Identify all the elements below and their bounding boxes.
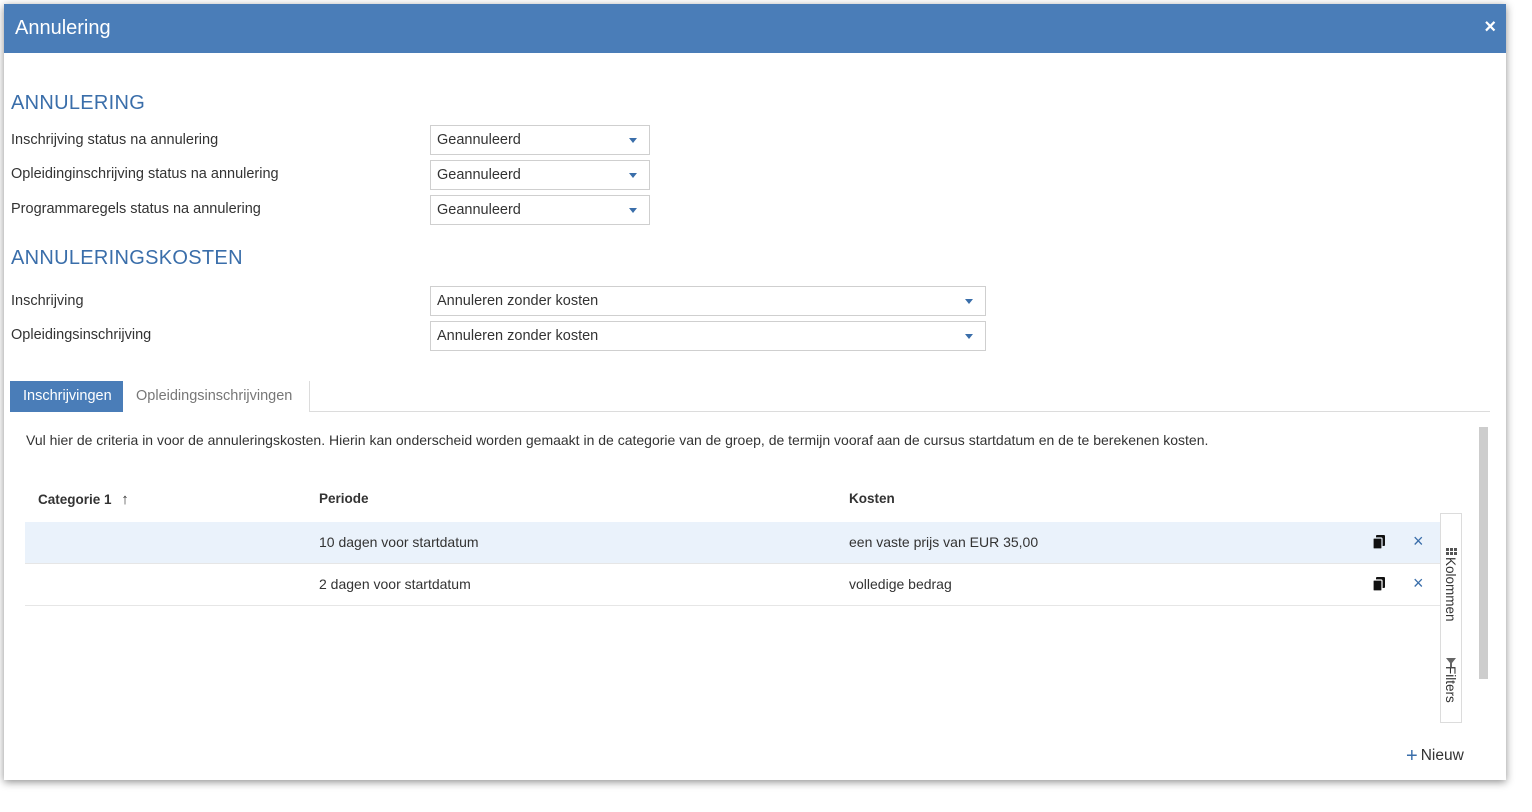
close-icon[interactable]: × [1484,17,1496,37]
inschrijving-status-select[interactable]: Geannuleerd [430,125,650,155]
grid-side-panel: Kolommen Filters [1440,513,1462,723]
sort-ascending-icon: ↑ [121,491,129,508]
kosten-opleidingsinschrijving-select[interactable]: Annuleren zonder kosten [430,321,986,351]
opleidinginschrijving-status-select[interactable]: Geannuleerd [430,160,650,190]
cell-periode: 10 dagen voor startdatum [319,534,479,550]
kosten-opleidingsinschrijving-value: Annuleren zonder kosten [437,328,599,344]
remove-icon[interactable]: × [1413,531,1424,551]
tab-opleidingsinschrijvingen[interactable]: Opleidingsinschrijvingen [123,381,310,412]
caret-down-icon [965,299,973,304]
caret-down-icon [965,334,973,339]
column-header-categorie[interactable]: Categorie 1 ↑ [38,491,129,508]
opleidinginschrijving-status-label: Opleidinginschrijving status na annuleri… [11,166,279,182]
copy-icon[interactable] [1372,534,1386,550]
annulering-heading: ANNULERING [11,92,146,114]
caret-down-icon [629,173,637,178]
annuleringskosten-heading: ANNULERINGSKOSTEN [11,247,243,269]
programmaregels-status-label: Programmaregels status na annulering [11,201,261,217]
kosten-inschrijving-label: Inschrijving [11,293,84,309]
table-row[interactable]: 10 dagen voor startdatum een vaste prijs… [25,522,1440,564]
cell-kosten: volledige bedrag [849,576,952,592]
remove-icon[interactable]: × [1413,573,1424,593]
new-button[interactable]: + Nieuw [1406,745,1464,768]
tab-bar: Inschrijvingen Opleidingsinschrijvingen [10,381,1490,412]
filters-panel-toggle[interactable]: Filters [1443,666,1458,703]
dialog-titlebar: Annulering × [4,4,1506,53]
programmaregels-status-select[interactable]: Geannuleerd [430,195,650,225]
annuleringskosten-grid: Categorie 1 ↑ Periode Kosten 10 dagen vo… [25,482,1440,606]
criteria-description: Vul hier de criteria in voor de annuleri… [26,432,1209,448]
column-header-categorie-label: Categorie 1 [38,492,112,507]
dialog-title: Annulering [15,17,111,39]
column-header-periode[interactable]: Periode [319,491,369,506]
plus-icon: + [1406,745,1418,767]
cell-kosten: een vaste prijs van EUR 35,00 [849,534,1039,550]
new-button-label: Nieuw [1420,747,1464,764]
tab-inschrijvingen[interactable]: Inschrijvingen [10,381,123,412]
grid-header: Categorie 1 ↑ Periode Kosten [25,482,1440,522]
opleidinginschrijving-status-value: Geannuleerd [437,167,521,183]
caret-down-icon [629,208,637,213]
copy-icon[interactable] [1372,576,1386,592]
cell-periode: 2 dagen voor startdatum [319,576,471,592]
programmaregels-status-value: Geannuleerd [437,202,521,218]
kosten-inschrijving-value: Annuleren zonder kosten [437,293,599,309]
grid-scrollbar-thumb[interactable] [1479,427,1488,679]
caret-down-icon [629,138,637,143]
inschrijving-status-label: Inschrijving status na annulering [11,132,219,148]
kosten-inschrijving-select[interactable]: Annuleren zonder kosten [430,286,986,316]
annulering-dialog: Annulering × ANNULERING Inschrijving sta… [4,4,1506,780]
kosten-opleidingsinschrijving-label: Opleidingsinschrijving [11,327,152,343]
columns-panel-toggle[interactable]: Kolommen [1443,557,1458,622]
table-row[interactable]: 2 dagen voor startdatum volledige bedrag… [25,564,1440,606]
column-header-kosten[interactable]: Kosten [849,491,895,506]
inschrijving-status-value: Geannuleerd [437,132,521,148]
